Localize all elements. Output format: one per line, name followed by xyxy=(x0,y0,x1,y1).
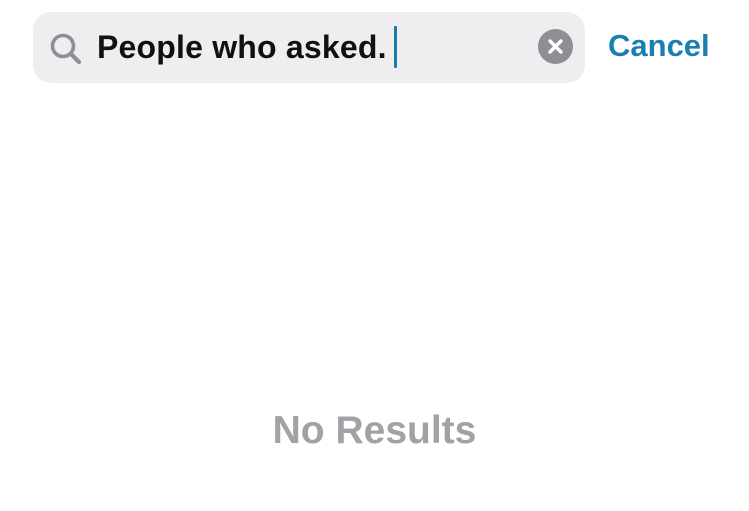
search-icon xyxy=(48,31,84,67)
search-query-text: People who asked. xyxy=(97,29,387,65)
clear-icon xyxy=(548,39,563,54)
no-results-message: No Results xyxy=(272,409,477,452)
clear-search-button[interactable] xyxy=(538,29,573,64)
search-bar[interactable]: People who asked. xyxy=(33,12,585,83)
text-cursor xyxy=(393,26,397,68)
cancel-button[interactable]: Cancel xyxy=(608,26,710,66)
search-input[interactable]: People who asked. xyxy=(97,26,397,68)
